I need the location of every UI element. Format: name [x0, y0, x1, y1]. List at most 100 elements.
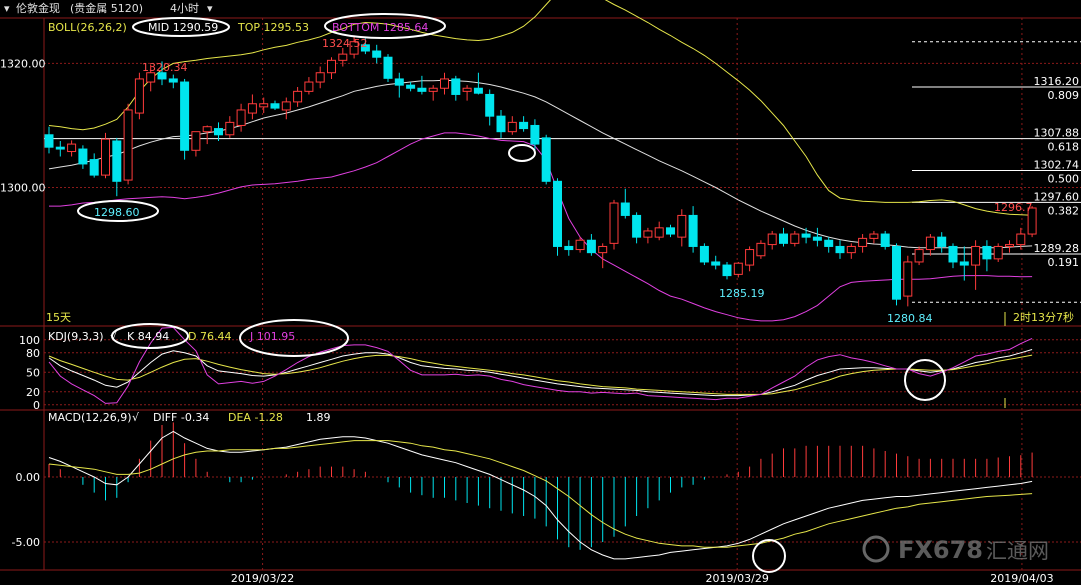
candle-body	[315, 72, 325, 83]
macd-dea-line	[48, 440, 1033, 548]
candle-body	[971, 245, 981, 266]
candle-body	[903, 261, 913, 297]
macd-legend: MACD(12,26,9) √ DIFF -0.34 DEA -1.28 1.8…	[48, 411, 331, 424]
fib-ratio-label: 0.191	[1048, 256, 1080, 269]
candle-body	[146, 72, 156, 83]
kdj-label[interactable]: KDJ(9,3,3)	[48, 330, 104, 343]
low-label-2: 1285.19	[719, 287, 765, 300]
fib-price-label: 1307.88	[1034, 127, 1080, 140]
kdj-tick-label: 100	[19, 334, 40, 347]
candle-body	[101, 138, 110, 176]
candle-body	[394, 78, 404, 86]
candle-body	[756, 242, 766, 257]
candle-body	[654, 227, 664, 238]
kdj-j-label: J 101.95	[249, 330, 295, 343]
candle-body	[586, 239, 596, 254]
date-tick-label: 2019/04/03	[990, 572, 1053, 585]
fib-price-label: 1289.28	[1034, 242, 1080, 255]
grid-lines	[44, 18, 1081, 570]
price-tick-label: 1300.00	[0, 182, 46, 195]
timeframe-dropdown-icon[interactable]: ▾	[207, 2, 213, 15]
candle-body	[112, 140, 122, 182]
macd-label[interactable]: MACD(12,26,9)	[48, 411, 132, 424]
candle-body	[869, 233, 879, 239]
candle-body	[451, 78, 461, 95]
macd-dropdown-icon[interactable]: √	[132, 411, 140, 424]
boll-top-label: TOP 1295.53	[237, 21, 309, 34]
fibonacci-levels: 1316.200.809 1307.880.618 1302.740.500 1297…	[44, 41, 1081, 303]
candle-body	[812, 236, 822, 241]
candle-body	[925, 236, 935, 251]
boll-bottom-label: BOTTOM 1285.64	[332, 21, 428, 34]
kdj-k-label: K 84.94	[127, 330, 169, 343]
candle-body	[78, 148, 88, 165]
countdown-label: 2时13分7秒	[1013, 310, 1074, 324]
candle-body	[247, 103, 257, 114]
period-label: 15天	[46, 311, 71, 324]
candle-body	[191, 131, 201, 151]
candle-body	[846, 245, 856, 254]
boll-mid-line	[48, 79, 1033, 249]
menu-arrow-icon[interactable]: ▾	[4, 2, 10, 15]
candle-body	[541, 137, 551, 182]
candle-body	[123, 109, 133, 181]
fib-price-label: 1297.60	[1034, 190, 1080, 203]
boll-label[interactable]: BOLL(26,26,2)	[48, 21, 127, 34]
candle-body	[496, 115, 506, 133]
candle-body	[485, 93, 495, 117]
fib-ratio-label: 0.382	[1048, 204, 1080, 217]
kdj-tick-label: 80	[26, 347, 40, 360]
candle-body	[259, 103, 269, 108]
candle-body	[168, 78, 178, 83]
annotation-circle	[904, 359, 946, 401]
date-tick-label: 2019/03/22	[231, 572, 294, 585]
annotation-circle	[752, 539, 786, 573]
candle-body	[372, 50, 382, 58]
candle-body	[779, 233, 788, 244]
market-name: (贵金属 5120)	[70, 1, 143, 15]
candle-body	[462, 87, 472, 92]
low-label-1: 1298.60	[94, 206, 140, 219]
candle-body	[835, 245, 845, 254]
chart-canvas[interactable]: 1316.200.809 1307.880.618 1302.740.500 1297…	[0, 0, 1081, 585]
candle-body	[937, 236, 947, 247]
candle-body	[711, 261, 721, 266]
kdj-d-label: D 76.44	[188, 330, 231, 343]
candle-body	[688, 214, 698, 247]
candle-body	[327, 59, 336, 74]
fib-ratio-label: 0.809	[1048, 89, 1080, 102]
candle-body	[134, 78, 144, 114]
macd-value-label: 1.89	[306, 411, 331, 424]
boll-mid-label: MID 1290.59	[148, 21, 218, 34]
timeframe-selector[interactable]: 4小时	[170, 2, 199, 15]
candle-body	[993, 245, 1003, 260]
candle-body	[733, 262, 743, 275]
candle-body	[417, 87, 427, 92]
fib-price-label: 1316.20	[1034, 75, 1080, 88]
candle-body	[202, 126, 212, 133]
fib-price-label: 1302.74	[1034, 159, 1080, 172]
candle-body	[632, 214, 642, 238]
candle-body	[519, 121, 529, 130]
candle-body	[406, 84, 416, 89]
candle-body	[767, 233, 777, 246]
candle-body	[67, 143, 77, 153]
kdj-legend: KDJ(9,3,3) √ K 84.94 D 76.44 J 101.95	[48, 319, 349, 357]
candle-body	[180, 81, 190, 151]
header: ▾ 伦敦金现 (贵金属 5120) 4小时 ▾	[4, 1, 213, 15]
candle-body	[880, 233, 890, 247]
macd-tick-label: 0.00	[16, 471, 41, 484]
candle-body	[564, 245, 574, 251]
candle-body	[699, 245, 709, 263]
date-tick-label: 2019/03/29	[705, 572, 768, 585]
candle-body	[722, 264, 732, 277]
candle-body	[598, 245, 608, 254]
last-price-label: 1296.7	[994, 201, 1033, 214]
candle-body	[293, 90, 303, 103]
candle-body	[225, 121, 235, 136]
candle-body	[304, 81, 314, 92]
annotation-circle	[508, 144, 536, 162]
candle-body	[677, 214, 687, 238]
candle-body	[55, 146, 65, 150]
kdj-tick-label: 0	[33, 399, 40, 412]
